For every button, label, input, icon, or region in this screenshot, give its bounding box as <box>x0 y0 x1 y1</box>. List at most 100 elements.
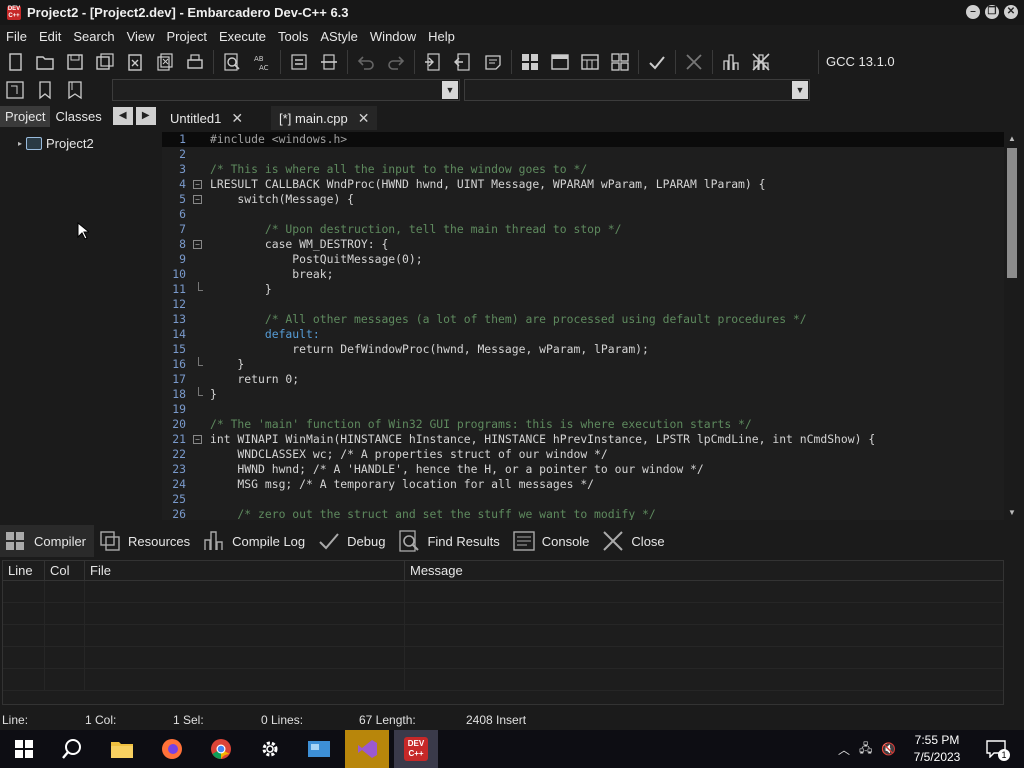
maximize-button[interactable]: ❐ <box>985 5 999 19</box>
remove-file-icon[interactable] <box>480 49 506 75</box>
indent-icon[interactable] <box>286 49 312 75</box>
add-file-icon[interactable] <box>450 49 476 75</box>
tab-compiler[interactable]: Compiler <box>0 525 95 557</box>
debug-icon[interactable] <box>748 49 774 75</box>
tab-resources[interactable]: Resources <box>94 525 198 557</box>
stop-icon[interactable] <box>681 49 707 75</box>
menu-file[interactable]: File <box>0 29 33 44</box>
fold-toggle-icon[interactable]: − <box>193 435 202 444</box>
toolbar-separator <box>280 50 281 74</box>
check-icon[interactable] <box>644 49 670 75</box>
volume-muted-icon[interactable]: 🔇 <box>881 742 896 756</box>
chevron-left-icon[interactable]: ◀ <box>112 107 133 125</box>
taskbar-clock[interactable]: 7:55 PM 7/5/2023 <box>902 732 972 766</box>
fold-toggle-icon[interactable]: − <box>193 180 202 189</box>
devcpp-icon: DEV C++ <box>404 737 428 761</box>
bookmark-icon[interactable] <box>32 77 58 103</box>
find-icon[interactable] <box>219 49 245 75</box>
menu-search[interactable]: Search <box>67 29 120 44</box>
fold-toggle-icon[interactable]: − <box>193 195 202 204</box>
control-panel-button[interactable] <box>297 730 341 768</box>
menu-view[interactable]: View <box>121 29 161 44</box>
unindent-icon[interactable] <box>316 49 342 75</box>
column-header-line[interactable]: Line <box>3 561 45 580</box>
bottom-panel-tabs: Compiler Resources Compile Log Debug Fin… <box>0 525 1024 557</box>
menu-edit[interactable]: Edit <box>33 29 67 44</box>
chart-icon[interactable] <box>718 49 744 75</box>
expand-icon[interactable]: ▸ <box>18 139 22 148</box>
column-header-message[interactable]: Message <box>405 561 1003 580</box>
close-window-button[interactable]: ✕ <box>1004 5 1018 19</box>
scroll-down-icon[interactable]: ▼ <box>1007 508 1017 518</box>
chevron-up-icon[interactable]: ︿ <box>838 741 850 758</box>
tab-main-cpp[interactable]: [*] main.cpp ✕ <box>271 106 378 130</box>
chevron-down-icon[interactable]: ▼ <box>792 81 808 99</box>
tab-debug[interactable]: Debug <box>313 525 393 557</box>
line-number: 24 <box>172 477 186 491</box>
line-number: 2 <box>179 147 186 161</box>
open-icon[interactable] <box>32 49 58 75</box>
start-button[interactable] <box>2 730 46 768</box>
status-lines-value: 67 Length: <box>359 713 416 727</box>
print-icon[interactable] <box>182 49 208 75</box>
menu-window[interactable]: Window <box>364 29 422 44</box>
undo-icon[interactable] <box>353 49 379 75</box>
tab-find-results[interactable]: Find Results <box>393 525 507 557</box>
menu-help[interactable]: Help <box>422 29 461 44</box>
rebuild-icon[interactable] <box>607 49 633 75</box>
tab-classes[interactable]: Classes <box>50 106 106 127</box>
editor-scrollbar[interactable]: ▲ ▼ <box>1004 132 1020 520</box>
run-icon[interactable] <box>547 49 573 75</box>
firefox-button[interactable] <box>150 730 194 768</box>
tab-untitled1[interactable]: Untitled1 ✕ <box>162 106 251 130</box>
save-all-icon[interactable] <box>92 49 118 75</box>
scrollbar-thumb[interactable] <box>1007 148 1017 278</box>
code-line: 5− switch(Message) { <box>162 192 1020 207</box>
compile-icon[interactable] <box>517 49 543 75</box>
replace-icon[interactable]: AB AC <box>249 49 275 75</box>
compile-run-icon[interactable] <box>577 49 603 75</box>
close-all-icon[interactable] <box>152 49 178 75</box>
chevron-down-icon[interactable]: ▼ <box>442 81 458 99</box>
tab-project[interactable]: Project <box>0 105 51 127</box>
notification-center-button[interactable]: 1 <box>976 730 1016 768</box>
member-combo[interactable]: ▼ <box>464 79 810 101</box>
chevron-right-icon[interactable]: ▶ <box>135 107 156 125</box>
code-editor[interactable]: 1 #include <windows.h> 2 3 /* This is wher… <box>162 132 1020 520</box>
compiler-messages-table[interactable]: Line Col File Message <box>2 560 1004 705</box>
messages-scrollbar[interactable] <box>1004 560 1022 705</box>
column-header-file[interactable]: File <box>85 561 405 580</box>
column-header-col[interactable]: Col <box>45 561 85 580</box>
tree-item-project2[interactable]: Project2 <box>46 136 94 151</box>
fold-toggle-icon[interactable]: − <box>193 240 202 249</box>
menu-astyle[interactable]: AStyle <box>314 29 364 44</box>
close-tab-icon[interactable]: ✕ <box>358 110 370 127</box>
menu-tools[interactable]: Tools <box>272 29 314 44</box>
class-combo[interactable]: ▼ <box>112 79 460 101</box>
file-explorer-button[interactable] <box>100 730 144 768</box>
status-length-value: 2408 Insert <box>466 713 527 727</box>
settings-button[interactable] <box>248 730 292 768</box>
tab-console[interactable]: Console <box>508 525 598 557</box>
menu-execute[interactable]: Execute <box>213 29 272 44</box>
new-project-icon[interactable] <box>420 49 446 75</box>
devcpp-taskbar-button[interactable]: DEV C++ <box>394 730 438 768</box>
scroll-up-icon[interactable]: ▲ <box>1007 134 1017 144</box>
network-icon[interactable]: 🖧 <box>859 739 872 760</box>
goto-line-icon[interactable] <box>2 77 28 103</box>
chrome-button[interactable] <box>199 730 243 768</box>
tab-close[interactable]: Close <box>597 525 672 557</box>
visual-studio-button[interactable] <box>345 730 389 768</box>
menu-project[interactable]: Project <box>161 29 213 44</box>
compiler-selector[interactable]: GCC 13.1.0 <box>818 50 1024 74</box>
close-icon[interactable] <box>122 49 148 75</box>
minimize-button[interactable]: – <box>966 5 980 19</box>
code-line: 18} <box>162 387 1020 402</box>
bookmarks-icon[interactable] <box>62 77 88 103</box>
close-tab-icon[interactable]: ✕ <box>231 110 243 127</box>
tab-compile-log[interactable]: Compile Log <box>198 525 313 557</box>
search-button[interactable] <box>50 730 94 768</box>
redo-icon[interactable] <box>383 49 409 75</box>
save-icon[interactable] <box>62 49 88 75</box>
new-file-icon[interactable] <box>2 49 28 75</box>
